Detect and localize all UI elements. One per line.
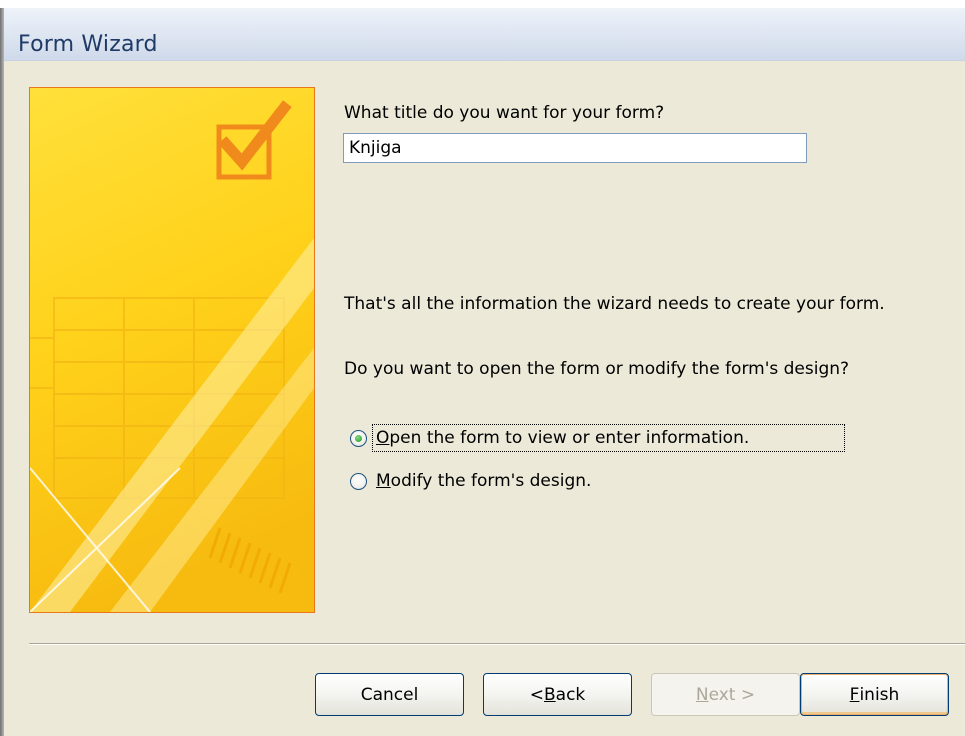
option-open-form[interactable]: Open the form to view or enter informati…: [350, 424, 846, 452]
option-open-mnemonic: O: [376, 428, 390, 448]
window-left-edge: [0, 8, 4, 736]
back-rest: ack: [555, 684, 586, 705]
option-modify-design-label[interactable]: Modify the form's design.: [376, 471, 591, 491]
cancel-button[interactable]: Cancel: [315, 673, 464, 716]
option-open-form-label[interactable]: Open the form to view or enter informati…: [371, 424, 846, 452]
option-modify-text: odify the form's design.: [390, 471, 592, 491]
cancel-button-label: Cancel: [360, 684, 419, 705]
radio-modify-design[interactable]: [350, 472, 367, 490]
button-separator: [29, 643, 965, 645]
radio-open-form[interactable]: [350, 429, 367, 447]
option-modify-mnemonic: M: [376, 471, 391, 491]
back-button[interactable]: < Back: [483, 673, 632, 716]
option-open-text: pen the form to view or enter informatio…: [389, 428, 750, 448]
window-title: Form Wizard: [18, 32, 158, 57]
finish-button[interactable]: Finish: [800, 673, 949, 716]
back-prefix: <: [529, 684, 544, 705]
back-mnemonic: B: [543, 684, 556, 705]
title-bar: Form Wizard: [4, 8, 965, 61]
title-question-label: What title do you want for your form?: [344, 103, 665, 123]
next-mnemonic: N: [695, 684, 709, 705]
option-modify-design[interactable]: Modify the form's design.: [350, 467, 591, 495]
wizard-illustration-panel: [29, 87, 315, 613]
next-rest: ext >: [708, 684, 756, 705]
form-title-input[interactable]: [343, 133, 807, 163]
open-or-modify-question: Do you want to open the form or modify t…: [344, 359, 850, 379]
finish-mnemonic: F: [849, 684, 860, 705]
wizard-illustration: [30, 88, 314, 612]
next-button[interactable]: Next >: [651, 673, 800, 716]
info-text: That's all the information the wizard ne…: [344, 294, 885, 314]
finish-rest: inish: [859, 684, 900, 705]
